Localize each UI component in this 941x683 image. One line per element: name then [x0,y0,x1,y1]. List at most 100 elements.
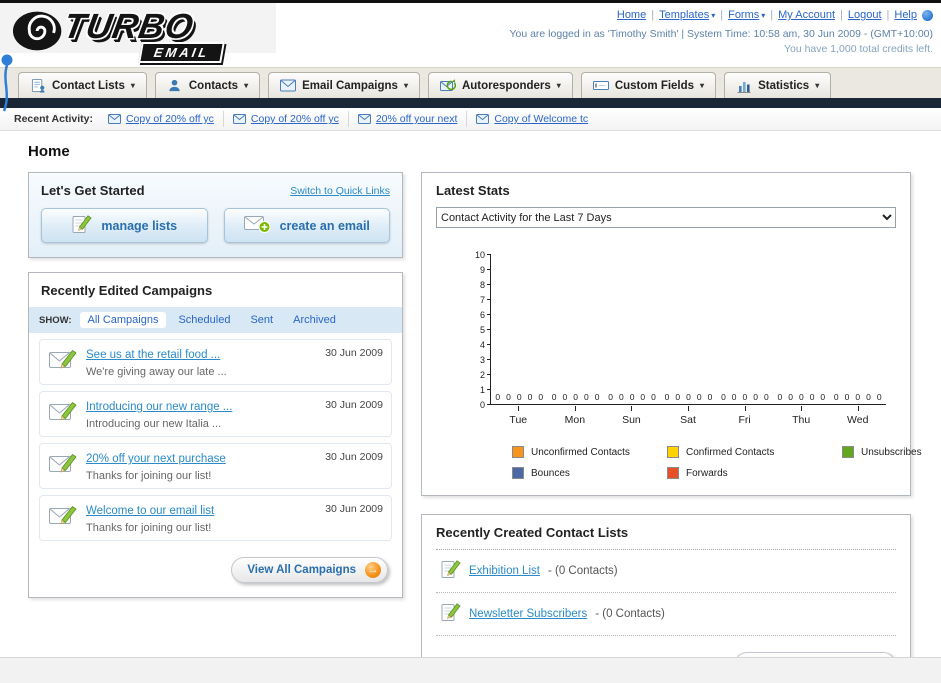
custom-fields-icon [592,78,609,93]
x-axis-tick [688,406,690,411]
contact-list-item[interactable]: Newsletter Subscribers - (0 Contacts) [436,593,896,636]
campaign-text: See us at the retail food ... We're givin… [86,345,317,378]
top-nav-forms[interactable]: Forms ▾ [728,9,765,21]
nav-tab-custom-fields[interactable]: Custom Fields ▾ [580,72,717,98]
nav-tab-contact-lists[interactable]: Contact Lists ▾ [18,72,147,98]
contact-list-link[interactable]: Newsletter Subscribers [469,608,587,620]
campaign-title-link[interactable]: See us at the retail food ... [86,349,220,361]
campaign-text: Introducing our new range ... Introducing… [86,397,317,430]
contact-list-count: - (0 Contacts) [547,564,618,577]
campaign-title-link[interactable]: Introducing our new range ... [86,401,232,413]
top-nav-my-account[interactable]: My Account [778,9,835,21]
nav-tab-contacts[interactable]: Contacts ▾ [154,72,261,98]
recent-activity-item[interactable]: Copy of Welcome tc [466,111,597,127]
top-nav-logout[interactable]: Logout [848,9,882,21]
recent-activity-link[interactable]: Copy of 20% off yc [126,113,214,125]
recent-activity-link[interactable]: Copy of 20% off yc [251,113,339,125]
nav-tab-autoresponders[interactable]: Autoresponders ▾ [427,72,573,98]
logo-text-email: EMAIL [138,42,226,63]
header-right: Home | Templates ▾ | Forms ▾ | My Account | Logout… [509,9,933,55]
show-label: SHOW: [39,314,72,326]
bar-value: 0 [608,392,613,402]
turbo-email-logo: TURBO EMAIL [12,7,292,63]
chevron-down-icon: ▾ [700,81,705,90]
campaign-subtitle: Thanks for joining our list! [86,522,212,534]
nav-tab-label: Email Campaigns [302,79,398,92]
x-axis-label: Fri [716,405,773,426]
chart-bar-group: 00000 [717,254,773,404]
recent-activity-label: Recent Activity: [14,113,93,125]
switch-to-quick-links-link[interactable]: Switch to Quick Links [290,185,390,197]
stats-period-select[interactable]: Contact Activity for the Last 7 Days [436,207,896,228]
latest-stats-title: Latest Stats [436,183,510,198]
campaign-list-item[interactable]: Introducing our new range ... Introducing… [39,391,392,437]
pencil-paper-icon [440,601,461,626]
campaign-title-link[interactable]: 20% off your next purchase [86,453,226,465]
y-axis-label: 9 [479,265,485,275]
recent-activity-link[interactable]: 20% off your next [376,113,458,125]
chevron-down-icon: ▾ [711,11,716,20]
recent-activity-item[interactable]: Copy of 20% off yc [222,111,348,127]
nav-tab-email-campaigns[interactable]: Email Campaigns ▾ [268,72,420,98]
view-all-campaigns-button[interactable]: View All Campaigns → [231,557,388,583]
x-axis-tick [631,406,633,411]
bar-value: 0 [696,392,702,402]
top-nav: Home | Templates ▾ | Forms ▾ | My Account | Logout… [509,9,933,21]
main-content: Home Let's Get Started Switch to Quick L… [0,131,941,683]
legend-label: Confirmed Contacts [686,446,775,458]
campaign-list-item[interactable]: 20% off your next purchase Thanks for joi… [39,443,392,489]
top-nav-home[interactable]: Home [617,9,646,21]
bar-value: 0 [629,392,635,402]
legend-label: Unsubscribes [861,446,922,458]
contact-list-link[interactable]: Exhibition List [469,565,540,577]
campaign-filter-scheduled[interactable]: Scheduled [170,312,238,328]
bar-value: 0 [516,392,522,402]
contact-list-item[interactable]: Exhibition List - (0 Contacts) [436,550,896,593]
get-started-panel: Let's Get Started Switch to Quick Links … [28,172,403,258]
nav-tab-statistics[interactable]: Statistics ▾ [724,72,832,98]
campaign-list-item[interactable]: See us at the retail food ... We're givin… [39,339,392,385]
x-axis-label: Mon [547,405,604,426]
x-axis-tick [518,406,520,411]
recent-activity-item[interactable]: 20% off your next [347,111,467,127]
campaign-list-item[interactable]: Welcome to our email list Thanks for join… [39,495,392,541]
campaigns-panel-title: Recently Edited Campaigns [41,283,213,298]
legend-item-unconfirmed-contacts: Unconfirmed Contacts [512,446,667,458]
recent-activity-link[interactable]: Copy of Welcome tc [494,113,588,125]
campaign-filter-sent[interactable]: Sent [242,312,281,328]
help-ball-icon[interactable] [922,9,933,21]
chart-bar-group: 00000 [547,254,603,404]
legend-item-unsubscribes: Unsubscribes [842,446,941,458]
x-axis-label-text: Mon [564,414,586,426]
bar-value: 0 [618,392,624,402]
campaign-subtitle: We're giving away our late ... [86,366,227,378]
y-axis-label: 10 [474,250,485,260]
manage-lists-button[interactable]: manage lists [41,208,208,243]
campaign-filter-archived[interactable]: Archived [285,312,344,328]
x-axis-label-text: Sat [680,414,696,426]
x-axis-tick [801,406,803,411]
view-all-campaigns-label: View All Campaigns [247,564,356,576]
y-axis-label: 8 [479,280,485,290]
top-nav-help[interactable]: Help [894,9,917,21]
nav-separator: | [651,9,655,21]
campaign-title-link[interactable]: Welcome to our email list [86,505,214,517]
bar-value: 0 [753,392,758,402]
recent-activity-item[interactable]: Copy of 20% off yc [99,111,223,127]
create-an-email-button[interactable]: create an email [223,208,390,243]
header: TURBO EMAIL Home | Templates ▾ | Forms ▾ | My Ac… [0,3,941,112]
legend-label: Unconfirmed Contacts [531,446,630,458]
campaign-filter-all-campaigns[interactable]: All Campaigns [79,312,167,328]
y-axis-label: 5 [479,325,485,335]
nav-divider-bar [0,98,941,108]
envelope-pencil-icon [48,346,78,377]
x-axis-label-text: Fri [738,414,751,426]
chevron-down-icon: ▾ [244,81,249,90]
legend-swatch [512,446,524,458]
create-an-email-label: create an email [279,218,370,233]
chevron-down-icon: ▾ [556,81,561,90]
campaign-subtitle: Introducing our new Italia ... [86,418,222,430]
y-axis-label: 4 [479,340,485,350]
top-nav-templates[interactable]: Templates ▾ [659,9,715,21]
view-all-row: View All Campaigns → [29,547,402,585]
